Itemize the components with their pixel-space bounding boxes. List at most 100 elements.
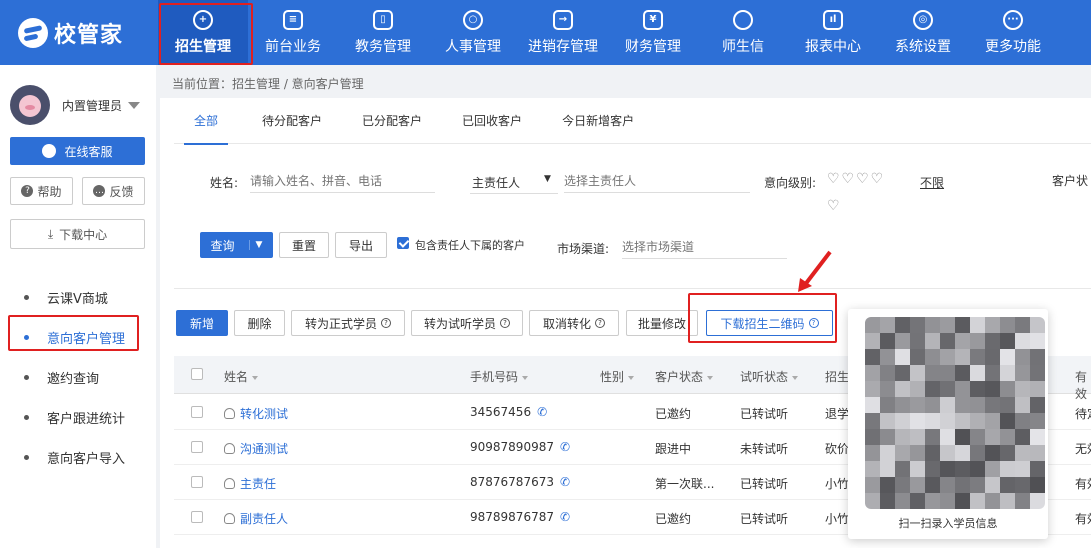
row-checkbox[interactable] xyxy=(191,406,203,418)
qr-cell xyxy=(1030,493,1045,509)
nav-item-academic[interactable]: ▯ 教务管理 xyxy=(338,0,428,65)
sidebar-item-import[interactable]: 意向客户导入 xyxy=(0,437,156,477)
nav-label: 招生管理 xyxy=(175,38,231,55)
sidebar-item-followup-stats[interactable]: 客户跟进统计 xyxy=(0,397,156,437)
customer-name-link[interactable]: 副责任人 xyxy=(224,510,288,527)
qr-cell xyxy=(880,445,895,461)
cancel-convert-button[interactable]: 取消转化 ? xyxy=(529,310,619,336)
person-icon xyxy=(224,408,235,419)
help-button[interactable]: ? 帮助 xyxy=(10,177,73,205)
nav-item-inventory[interactable]: → 进销存管理 xyxy=(518,0,608,65)
qr-cell xyxy=(955,429,970,445)
qr-cell xyxy=(925,445,940,461)
nav-item-messages[interactable]: 师生信 xyxy=(698,0,788,65)
qr-cell xyxy=(925,317,940,333)
row-checkbox[interactable] xyxy=(191,476,203,488)
qr-cell xyxy=(985,429,1000,445)
phone-cell: 90987890987 ✆ xyxy=(470,440,571,454)
nav-item-finance[interactable]: ¥ 财务管理 xyxy=(608,0,698,65)
export-button[interactable]: 导出 xyxy=(335,232,387,258)
tab-all[interactable]: 全部 xyxy=(174,98,238,145)
qr-cell xyxy=(1000,397,1015,413)
qr-cell xyxy=(1000,317,1015,333)
customer-name-link[interactable]: 转化测试 xyxy=(224,405,288,422)
qr-cell xyxy=(925,365,940,381)
source-cell: 小竹 xyxy=(825,512,850,526)
owner-picker-input[interactable] xyxy=(564,169,750,193)
owner-select[interactable]: 主责任人 xyxy=(472,174,520,191)
customer-name-link[interactable]: 沟通测试 xyxy=(224,440,288,457)
qr-cell xyxy=(1000,413,1015,429)
qr-cell xyxy=(1030,445,1045,461)
qr-cell xyxy=(880,333,895,349)
column-status[interactable]: 客户状态 xyxy=(655,368,714,385)
qr-cell xyxy=(985,317,1000,333)
customer-name-link[interactable]: 主责任 xyxy=(224,475,276,492)
app-logo[interactable]: 校管家 xyxy=(18,18,123,48)
heart-rating-icon[interactable]: ♡ xyxy=(827,198,842,214)
name-search-input[interactable] xyxy=(250,169,435,193)
qr-cell xyxy=(940,477,955,493)
user-menu[interactable]: 内置管理员 xyxy=(10,85,141,125)
sidebar-item-invitations[interactable]: 邀约查询 xyxy=(0,357,156,397)
qr-cell xyxy=(1030,349,1045,365)
tab-unassigned[interactable]: 待分配客户 xyxy=(242,98,342,144)
trial-cell: 已转试听 xyxy=(740,477,789,491)
tab-assigned[interactable]: 已分配客户 xyxy=(342,98,442,144)
add-button[interactable]: 新增 xyxy=(176,310,228,336)
sidebar-item-prospects[interactable]: 意向客户管理 xyxy=(0,317,156,357)
online-service-button[interactable]: 在线客服 xyxy=(10,137,145,165)
heart-rating-icon[interactable]: ♡♡♡♡ xyxy=(827,171,885,187)
tab-today-new[interactable]: 今日新增客户 xyxy=(542,98,654,144)
tab-recycled[interactable]: 已回收客户 xyxy=(442,98,542,144)
sidebar-item-mall[interactable]: 云课V商城 xyxy=(0,277,156,317)
reset-button[interactable]: 重置 xyxy=(279,232,329,258)
column-gender[interactable]: 性别 xyxy=(600,368,635,385)
column-source[interactable]: 招生 xyxy=(825,368,849,385)
convert-student-button[interactable]: 转为正式学员 ? xyxy=(291,310,405,336)
nav-label: 更多功能 xyxy=(985,38,1041,55)
nav-item-front-desk[interactable]: ≡ 前台业务 xyxy=(248,0,338,65)
nav-item-reports[interactable]: ıl 报表中心 xyxy=(788,0,878,65)
qr-code-image[interactable] xyxy=(865,317,1045,509)
person-icon xyxy=(224,513,235,524)
bullet-icon xyxy=(24,294,29,300)
qr-cell xyxy=(970,397,985,413)
row-checkbox[interactable] xyxy=(191,441,203,453)
batch-edit-button[interactable]: 批量修改 xyxy=(626,310,698,336)
qr-cell xyxy=(1000,381,1015,397)
row-checkbox[interactable] xyxy=(191,511,203,523)
qr-cell xyxy=(1030,317,1045,333)
source-cell: 退学 xyxy=(825,407,850,421)
nav-item-more[interactable]: ··· 更多功能 xyxy=(968,0,1058,65)
qr-cell xyxy=(940,397,955,413)
valid-cell: 有效 xyxy=(1075,512,1091,526)
valid-cell: 待定 xyxy=(1075,407,1091,421)
chevron-down-icon xyxy=(128,101,141,109)
column-name[interactable]: 姓名 xyxy=(224,368,259,385)
nav-item-enrollment[interactable]: + 招生管理 xyxy=(158,0,248,65)
channel-input[interactable] xyxy=(622,235,787,259)
intent-unlimited-link[interactable]: 不限 xyxy=(920,174,944,191)
query-button[interactable]: 查询 ▼ xyxy=(200,232,273,258)
valid-cell: 有效 xyxy=(1075,477,1091,491)
download-center-button[interactable]: ⤓ 下载中心 xyxy=(10,219,145,249)
qr-cell xyxy=(865,445,880,461)
column-trial[interactable]: 试听状态 xyxy=(740,368,799,385)
download-qr-button[interactable]: 下载招生二维码 ? xyxy=(706,310,833,336)
qr-cell xyxy=(1015,397,1030,413)
select-all-checkbox[interactable] xyxy=(191,368,203,380)
include-sub-checkbox[interactable] xyxy=(397,237,409,249)
qr-cell xyxy=(970,365,985,381)
qr-cell xyxy=(1030,333,1045,349)
qr-cell xyxy=(895,429,910,445)
feedback-button[interactable]: … 反馈 xyxy=(82,177,145,205)
qr-cell xyxy=(1015,493,1030,509)
convert-trial-button[interactable]: 转为试听学员 ? xyxy=(411,310,523,336)
help-icon: ? xyxy=(21,185,34,197)
delete-button[interactable]: 删除 xyxy=(234,310,285,336)
nav-item-hr[interactable]: ○ 人事管理 xyxy=(428,0,518,65)
nav-item-settings[interactable]: ◎ 系统设置 xyxy=(878,0,968,65)
caret-down-icon: ▼ xyxy=(544,174,551,184)
column-phone[interactable]: 手机号码 xyxy=(470,368,529,385)
